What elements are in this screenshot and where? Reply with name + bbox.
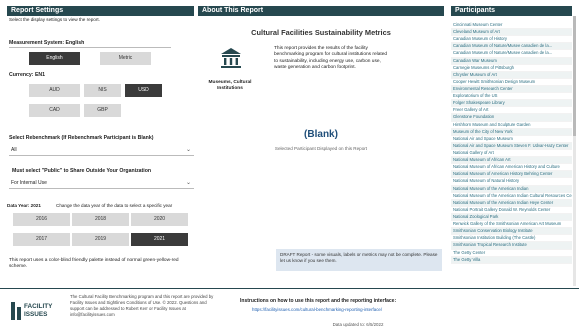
participant-list-item[interactable]: Canadian Museum of History	[451, 36, 572, 44]
participant-list-item[interactable]: Hirshhorn Museum and Sculpture Garden	[451, 122, 572, 129]
participant-list-item[interactable]: National Museum of Natural History	[451, 178, 572, 186]
year-2018-button[interactable]: 2018	[72, 213, 129, 226]
participant-list-item[interactable]: National Museum of American History Behr…	[451, 171, 572, 179]
currency-aud-button[interactable]: AUD	[29, 84, 80, 97]
color-disclaimer: This report uses a color-blind friendly …	[9, 258, 179, 270]
logo-line2: ISSUES	[24, 311, 48, 318]
currency-label: Currency: EN1	[9, 72, 46, 78]
selected-participant-value: (Blank)	[304, 129, 338, 140]
participant-list-item[interactable]: National Gallery of Art	[451, 150, 572, 158]
participant-list-item[interactable]: Renwick Gallery of the Smithsonian Ameri…	[451, 221, 572, 229]
internal-label: Must select "Public" to Share Outside Yo…	[12, 168, 152, 174]
participant-list-item[interactable]: National Air and Space Museum Steven F. …	[451, 142, 572, 150]
measurement-underline	[9, 47, 171, 48]
year-2017-button[interactable]: 2017	[13, 233, 70, 246]
sharing-dropdown[interactable]: For Internal Use ⌄	[9, 179, 194, 189]
participant-list-item[interactable]: Canadian War Museum	[451, 57, 572, 65]
museum-icon-caption: Museums, Cultural Institutions	[208, 80, 252, 91]
about-report-header: About This Report	[198, 6, 444, 16]
participant-list-item[interactable]: National Portrait Gallery Donald W. Reyn…	[451, 207, 572, 214]
measurement-english-button[interactable]: English	[29, 52, 80, 65]
year-2016-button[interactable]: 2016	[13, 213, 70, 226]
museum-icon	[219, 46, 243, 70]
rebenchmark-label: Select Rebenchmark (If Rebenchmark Parti…	[9, 135, 154, 141]
scrollbar-thumb[interactable]	[573, 16, 576, 136]
rebenchmark-dropdown[interactable]: All ⌄	[9, 146, 194, 156]
year-2021-button[interactable]: 2021	[131, 233, 188, 246]
participant-list-item[interactable]: The Getty Center	[451, 250, 572, 257]
participant-list-item[interactable]: National Zoological Park	[451, 213, 572, 222]
participants-header: Participants	[451, 6, 572, 16]
participant-list-item[interactable]: Environmental Research Center	[451, 85, 572, 94]
participant-list-item[interactable]: National Museum of African American Hist…	[451, 164, 572, 172]
participant-list-item[interactable]: Exploratorium of the US	[451, 93, 572, 101]
participant-list-item[interactable]: Canadian Museum of Nature/Musee canadien…	[451, 50, 572, 58]
participant-list-item[interactable]: Smithsonian Institution Building (The Ca…	[451, 235, 572, 243]
participant-list-item[interactable]: Glenstone Foundation	[451, 114, 572, 122]
participant-list-item[interactable]: Cincinnati Museum Center	[451, 22, 572, 30]
report-title: Cultural Facilities Sustainability Metri…	[251, 28, 391, 37]
participant-list-item[interactable]: National Museum of the American Indian	[451, 185, 572, 193]
rebenchmark-value: All	[11, 147, 17, 153]
participant-list-item[interactable]: National Museum of African Art	[451, 157, 572, 165]
currency-cad-button[interactable]: CAD	[29, 104, 80, 117]
participant-list-item[interactable]: Smithsonian Tropical Research Institute	[451, 242, 572, 250]
logo-line1: FACILITY	[24, 303, 53, 310]
footer-copyright: The Cultural Facility Benchmarking progr…	[70, 294, 214, 317]
participant-list-item[interactable]: Canadian Museum of Nature/Musee canadien…	[451, 43, 572, 51]
year-2019-button[interactable]: 2019	[72, 233, 129, 246]
data-year-label: Data Year: 2021	[7, 203, 41, 208]
participant-list-item[interactable]: Chrysler Museum of Art	[451, 71, 572, 79]
settings-subtitle: Select the display settings to view the …	[9, 17, 100, 22]
selected-participant-caption: Selected Participant Displayed on this R…	[274, 146, 368, 151]
facility-issues-logo: FACILITY ISSUES	[10, 299, 66, 323]
currency-usd-button[interactable]: USD	[125, 84, 162, 97]
instructions-link[interactable]: https://facilityissues.com/cultural-benc…	[252, 307, 442, 312]
data-year-hint: Change the data year of the data to sele…	[56, 203, 173, 208]
participant-list-item[interactable]: Cooper Hewitt Smithsonian Design Museum	[451, 79, 572, 86]
participant-list-item[interactable]: National Museum of the American Indian H…	[451, 199, 572, 207]
instructions-title: Instructions on how to use this report a…	[240, 298, 397, 304]
year-2020-button[interactable]: 2020	[131, 213, 188, 226]
draft-report-note: DRAFT Report - some visuals, labels or m…	[276, 249, 442, 271]
participant-list-item[interactable]: Cleveland Museum of Art	[451, 29, 572, 37]
participant-list-item[interactable]: The Getty Villa	[451, 256, 572, 264]
participant-list-item[interactable]: Freer Gallery of Art	[451, 107, 572, 115]
participant-list-item[interactable]: National Museum of the American Indian C…	[451, 193, 572, 200]
participant-list-item[interactable]: Carnegie Museums of Pittsburgh	[451, 65, 572, 72]
measurement-label: Measurement System: English	[9, 40, 85, 46]
participants-list: Cincinnati Museum Center Cleveland Museum…	[451, 22, 572, 264]
report-description: This report provides the results of the …	[274, 46, 388, 71]
currency-gbp-button[interactable]: GBP	[84, 104, 121, 117]
sharing-value: For Internal Use	[11, 180, 47, 186]
data-updated-date: Data updated to: 6/5/2022	[332, 322, 384, 327]
report-settings-header: Report Settings	[7, 6, 194, 16]
participants-scrollbar[interactable]	[573, 16, 576, 286]
chevron-down-icon: ⌄	[185, 147, 191, 153]
chevron-down-icon: ⌄	[185, 180, 191, 186]
participant-list-item[interactable]: Folger Shakespeare Library	[451, 100, 572, 108]
measurement-metric-button[interactable]: Metric	[100, 52, 151, 65]
participant-list-item[interactable]: Museum of the City of New York	[451, 128, 572, 136]
currency-nis-button-2[interactable]: NIS	[84, 84, 121, 97]
participant-list-item[interactable]: Smithsonian Conservation Biology Institu…	[451, 228, 572, 236]
participant-list-item[interactable]: National Air and Space Museum	[451, 136, 572, 143]
